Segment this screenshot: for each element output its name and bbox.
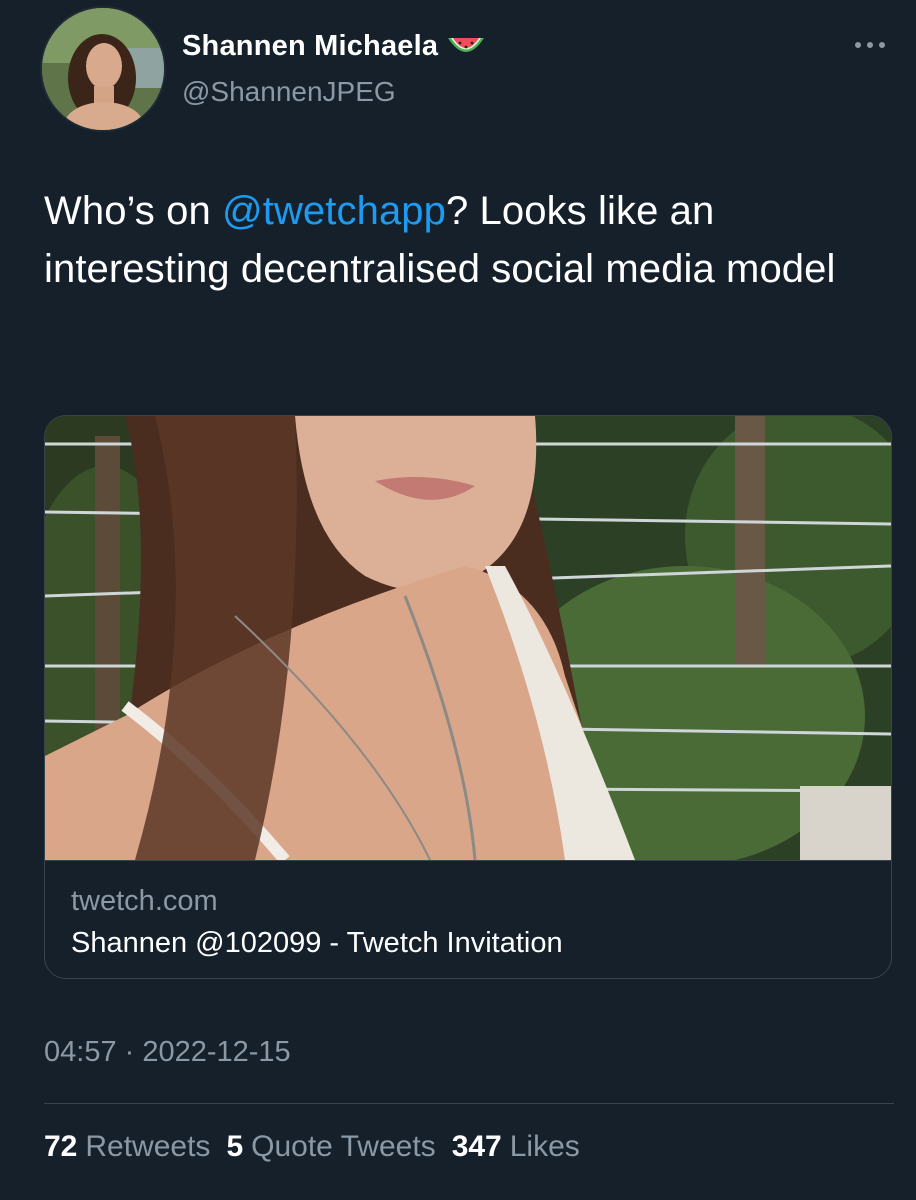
card-domain: twetch.com	[71, 885, 218, 917]
retweets-label: Retweets	[85, 1130, 211, 1163]
more-dots-icon	[855, 42, 885, 48]
likes-count: 347	[451, 1130, 502, 1163]
mention-link[interactable]: @twetchapp	[222, 189, 446, 233]
watermelon-icon	[446, 32, 486, 62]
author-name-row[interactable]: Shannen Michaela	[182, 30, 486, 63]
quote-tweets-stat[interactable]: 5 Quote Tweets	[226, 1130, 435, 1164]
quote-tweets-label: Quote Tweets	[251, 1130, 436, 1163]
card-meta[interactable]: twetch.com Shannen @102099 - Twetch Invi…	[45, 860, 891, 978]
likes-stat[interactable]: 347 Likes	[452, 1130, 580, 1164]
card-image[interactable]	[45, 416, 891, 860]
display-name[interactable]: Shannen Michaela	[182, 30, 438, 63]
engagement-stats: 72 Retweets 5 Quote Tweets 347 Likes	[44, 1130, 580, 1164]
divider	[44, 1103, 894, 1104]
card-title: Shannen @102099 - Twetch Invitation	[71, 927, 563, 959]
tweet-timestamp[interactable]: 04:57 · 2022-12-15	[44, 1036, 291, 1069]
author-handle[interactable]: @ShannenJPEG	[182, 76, 396, 108]
more-options-button[interactable]	[850, 30, 890, 60]
link-card[interactable]: twetch.com Shannen @102099 - Twetch Invi…	[44, 415, 892, 979]
retweets-count: 72	[44, 1130, 78, 1163]
avatar[interactable]	[42, 8, 164, 130]
tweet-text: Who’s on @twetchapp? Looks like an inter…	[44, 182, 884, 298]
quote-tweets-count: 5	[226, 1130, 244, 1163]
likes-label: Likes	[509, 1130, 580, 1163]
retweets-stat[interactable]: 72 Retweets	[44, 1130, 210, 1164]
tweet-text-before: Who’s on	[44, 189, 223, 233]
tweet: Shannen Michaela @ShannenJPEG Who’s on @…	[0, 0, 916, 1200]
